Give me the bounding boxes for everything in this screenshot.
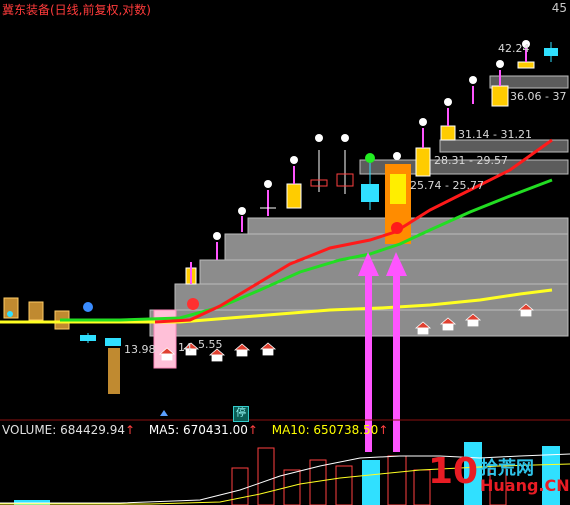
ball-icon — [7, 311, 13, 317]
house-icon — [259, 342, 277, 356]
price-label: 36.06 - 37 — [510, 90, 567, 103]
house-icon — [233, 343, 251, 357]
watermark-logo: 10 拾荒网 Huang.CN — [428, 451, 570, 500]
ball-icon — [83, 302, 93, 312]
up-arrow-icon: ↑ — [125, 423, 136, 437]
watermark-url: Huang.CN — [480, 476, 570, 495]
watermark-ten: 10 — [428, 451, 479, 492]
volume-value: VOLUME: 684429.94 — [2, 423, 125, 437]
ma5-value: MA5: 670431.00 — [148, 423, 248, 437]
up-arrow-icon: ↑ — [378, 423, 389, 437]
halt-badge: 停 — [233, 406, 249, 422]
price-label: 42.24 — [498, 42, 530, 55]
caret-icon — [160, 410, 168, 416]
green-dot-icon — [365, 153, 375, 163]
price-label: 31.14 - 31.21 — [458, 128, 532, 141]
ball-icon — [187, 298, 199, 310]
price-label: 25.74 - 25.77 — [410, 179, 484, 192]
price-label: 14 — [178, 341, 192, 354]
price-label: 5.55 — [198, 338, 223, 351]
level-block — [149, 309, 569, 337]
volume-legend: VOLUME: 684429.94↑ MA5: 670431.00↑ MA10:… — [2, 423, 394, 437]
level-block — [199, 259, 569, 285]
price-label: 13.98 — [124, 343, 156, 356]
up-arrow-icon: ↑ — [247, 423, 258, 437]
price-label: 28.31 - 29.57 — [434, 154, 508, 167]
ma10-value: MA10: 650738.50 — [271, 423, 379, 437]
